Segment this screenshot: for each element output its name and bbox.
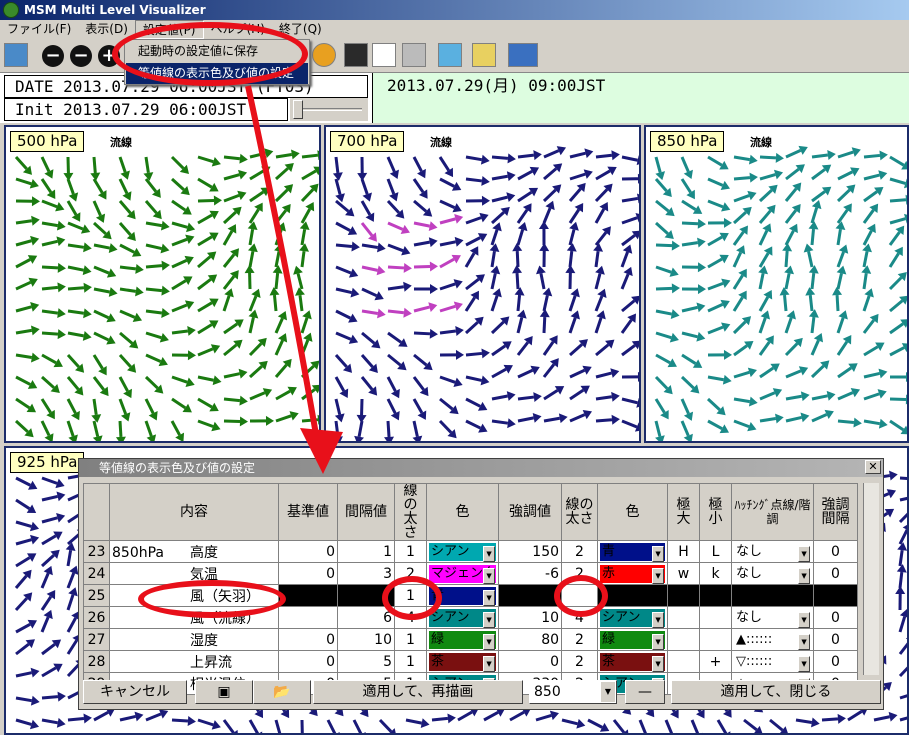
annotation-circle-row	[138, 580, 286, 618]
annotation-circle-emph-width	[554, 575, 608, 617]
annotation-circle-menu	[112, 22, 308, 86]
annotation-circle-width	[382, 576, 442, 620]
annotation-arrow	[245, 85, 343, 474]
